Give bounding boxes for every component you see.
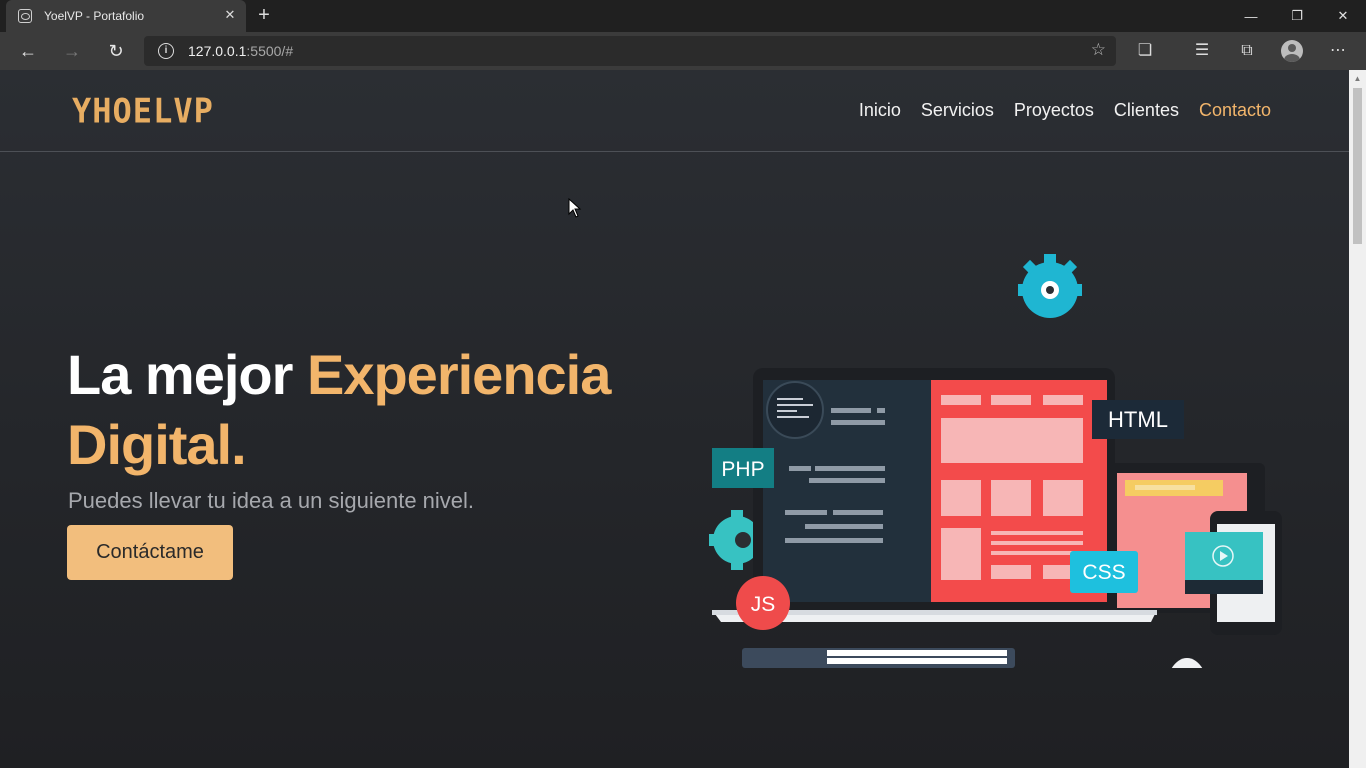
nav-servicios[interactable]: Servicios <box>921 100 994 121</box>
url-path: :5500/# <box>246 43 294 59</box>
back-button[interactable]: ← <box>13 38 43 64</box>
page-scrollbar[interactable]: ▲ <box>1349 70 1366 768</box>
site-logo[interactable]: YHOELVP <box>72 91 214 131</box>
more-menu-icon[interactable]: ⋯ <box>1327 40 1349 62</box>
js-badge: JS <box>736 576 790 630</box>
web-development-illustration: HTML PHP CSS JS <box>709 254 1282 668</box>
gear-icon <box>1018 254 1082 318</box>
browser-tab[interactable]: YoelVP - Portafolio ✕ <box>6 0 246 32</box>
main-nav: Inicio Servicios Proyectos Clientes Cont… <box>859 100 1271 121</box>
address-bar[interactable]: i 127.0.0.1:5500/# ☆ <box>144 36 1116 66</box>
page-viewport: YHOELVP Inicio Servicios Proyectos Clien… <box>0 70 1349 768</box>
profile-avatar[interactable] <box>1281 40 1303 62</box>
hero-title-accent-2: Digital. <box>67 413 247 476</box>
browser-tab-strip: YoelVP - Portafolio ✕ + — ❐ ✕ <box>0 0 1366 32</box>
site-favicon-icon <box>18 9 32 23</box>
site-header: YHOELVP Inicio Servicios Proyectos Clien… <box>0 70 1349 152</box>
new-tab-button[interactable]: + <box>254 4 274 26</box>
mouse-cursor-icon <box>568 198 582 218</box>
css-badge: CSS <box>1070 551 1138 593</box>
scroll-up-arrow-icon[interactable]: ▲ <box>1349 70 1366 87</box>
favorite-star-icon[interactable]: ☆ <box>1091 40 1106 60</box>
php-badge-label: PHP <box>721 458 764 481</box>
php-badge: PHP <box>712 448 774 488</box>
js-badge-label: JS <box>751 593 776 616</box>
scroll-thumb[interactable] <box>1353 88 1362 244</box>
hero-title-white: La mejor <box>67 343 307 406</box>
hero-title: La mejor Experiencia Digital. <box>67 340 611 480</box>
css-badge-label: CSS <box>1082 561 1125 584</box>
minimize-window-button[interactable]: — <box>1228 0 1274 32</box>
browser-toolbar: ← → ↻ i 127.0.0.1:5500/# ☆ ❏ ☰ ⧉ ⋯ <box>0 32 1366 70</box>
contact-me-button[interactable]: Contáctame <box>67 525 233 580</box>
forward-button[interactable]: → <box>57 38 87 64</box>
restore-window-button[interactable]: ❐ <box>1274 0 1320 32</box>
close-window-button[interactable]: ✕ <box>1320 0 1366 32</box>
hero-subtitle: Puedes llevar tu idea a un siguiente niv… <box>68 488 475 513</box>
nav-contacto[interactable]: Contacto <box>1199 100 1271 121</box>
hero-title-accent-1: Experiencia <box>306 343 611 406</box>
site-info-icon[interactable]: i <box>158 43 174 59</box>
url-host: 127.0.0.1 <box>188 43 247 59</box>
collections-icon[interactable]: ⧉ <box>1236 40 1258 62</box>
extensions-icon[interactable]: ❏ <box>1134 40 1156 62</box>
nav-inicio[interactable]: Inicio <box>859 100 901 121</box>
favorites-list-icon[interactable]: ☰ <box>1191 40 1213 62</box>
nav-proyectos[interactable]: Proyectos <box>1014 100 1094 121</box>
html-badge-label: HTML <box>1108 407 1168 432</box>
reload-button[interactable]: ↻ <box>101 38 131 64</box>
tab-title: YoelVP - Portafolio <box>44 9 145 23</box>
address-url[interactable]: 127.0.0.1:5500/# <box>188 43 293 59</box>
nav-clientes[interactable]: Clientes <box>1114 100 1179 121</box>
html-badge: HTML <box>1092 400 1184 439</box>
close-tab-icon[interactable]: ✕ <box>222 7 238 23</box>
